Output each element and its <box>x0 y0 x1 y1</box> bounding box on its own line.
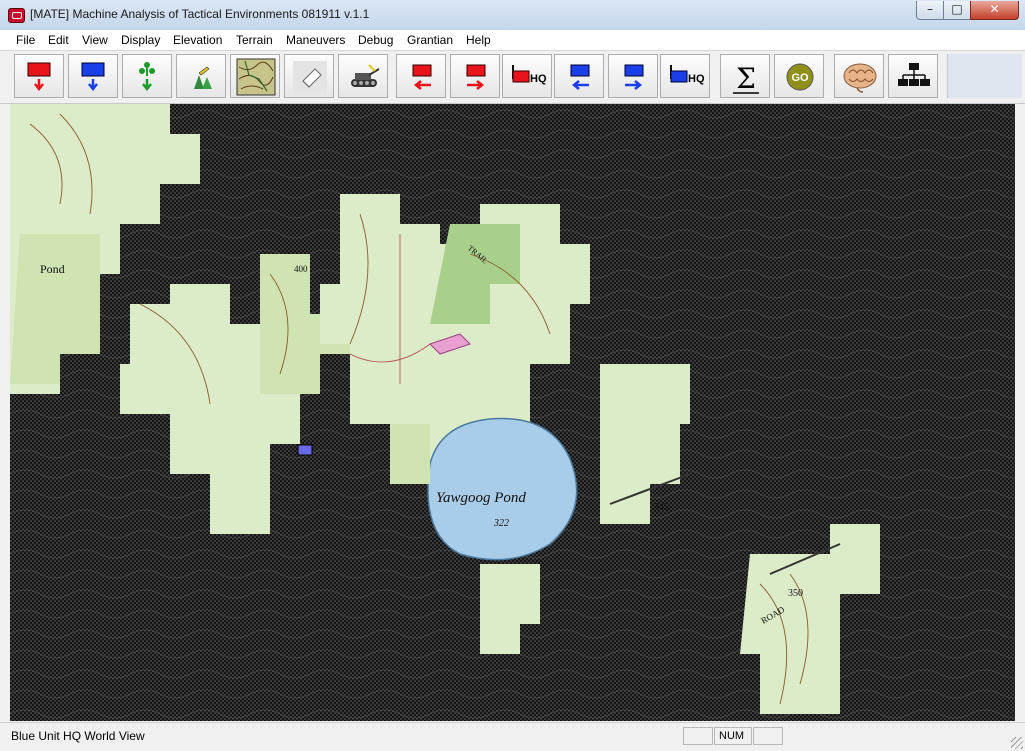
menu-maneuvers[interactable]: Maneuvers <box>286 33 345 47</box>
red-unit-down-arrow-icon <box>27 62 51 92</box>
close-button[interactable]: ✕ <box>970 1 1019 20</box>
window-title: [MATE] Machine Analysis of Tactical Envi… <box>30 7 370 21</box>
go-button[interactable]: GO <box>774 54 824 98</box>
menu-terrain[interactable]: Terrain <box>236 33 273 47</box>
blue-unit-left-button[interactable] <box>554 54 604 98</box>
org-chart-icon <box>898 63 930 86</box>
map-label-elev-345: 345 <box>654 502 669 513</box>
map-label-elev-322: 322 <box>494 518 509 529</box>
map-label-pond: Pond <box>40 262 65 276</box>
go-label: GO <box>791 72 809 84</box>
menu-bar: File Edit View Display Elevation Terrain… <box>0 30 1025 51</box>
red-hq-button[interactable]: HQ <box>502 54 552 98</box>
sum-button[interactable]: Σ <box>720 54 770 98</box>
red-unit-down-button[interactable] <box>14 54 64 98</box>
blue-unit-left-arrow-icon <box>570 64 590 90</box>
maximize-button[interactable]: □ <box>943 1 971 20</box>
blue-unit-down-arrow-icon <box>81 62 105 92</box>
hierarchy-button[interactable] <box>888 54 938 98</box>
minimize-button[interactable]: – <box>916 1 944 20</box>
sigma-label: Σ <box>736 62 756 95</box>
terrain-map-canvas <box>10 104 1015 721</box>
red-unit-right-button[interactable] <box>450 54 500 98</box>
resize-grip[interactable] <box>1011 737 1023 749</box>
status-panel-3 <box>753 727 783 745</box>
tank-button[interactable] <box>338 54 388 98</box>
blue-unit-marker[interactable] <box>297 444 313 456</box>
menu-view[interactable]: View <box>82 33 108 47</box>
map-label-elev-400: 400 <box>294 264 308 274</box>
menu-debug[interactable]: Debug <box>358 33 393 47</box>
map-label-elev-350: 350 <box>788 588 803 599</box>
menu-help[interactable]: Help <box>466 33 491 47</box>
map-label-yawgoog-pond: Yawgoog Pond <box>436 490 526 506</box>
app-icon[interactable] <box>8 8 25 23</box>
menu-edit[interactable]: Edit <box>48 33 69 47</box>
trees-terrain-button[interactable] <box>176 54 226 98</box>
brain-button[interactable] <box>834 54 884 98</box>
red-hq-label: HQ <box>530 73 547 85</box>
red-unit-left-button[interactable] <box>396 54 446 98</box>
status-panel-num: NUM <box>714 727 752 745</box>
app-window: [MATE] Machine Analysis of Tactical Envi… <box>0 0 1025 751</box>
menu-elevation[interactable]: Elevation <box>173 33 222 47</box>
menu-grantian[interactable]: Grantian <box>407 33 453 47</box>
red-unit-right-arrow-icon <box>466 64 486 90</box>
menu-file[interactable]: File <box>16 33 35 47</box>
trees-terrain-icon <box>194 66 212 89</box>
blue-unit-down-button[interactable] <box>68 54 118 98</box>
sigma-icon: Σ <box>733 62 759 95</box>
blue-hq-icon: HQ <box>670 65 705 85</box>
map-thumbnail-icon <box>236 58 276 96</box>
map-thumbnail-button[interactable] <box>230 54 280 98</box>
toolbar-empty-area <box>947 54 1022 98</box>
blue-unit-right-button[interactable] <box>608 54 658 98</box>
status-panel-1 <box>683 727 713 745</box>
brain-icon <box>843 63 877 93</box>
eraser-icon <box>293 61 327 93</box>
menu-display[interactable]: Display <box>121 33 160 47</box>
go-icon: GO <box>786 63 814 91</box>
blue-hq-button[interactable]: HQ <box>660 54 710 98</box>
red-hq-icon: HQ <box>512 65 547 85</box>
status-bar: Blue Unit HQ World View NUM <box>0 722 1025 751</box>
status-text: Blue Unit HQ World View <box>11 729 145 743</box>
eraser-button[interactable] <box>284 54 334 98</box>
red-unit-left-arrow-icon <box>412 64 432 90</box>
blue-unit-right-arrow-icon <box>624 64 644 90</box>
tactical-map-view[interactable]: Pond Yawgoog Pond 322 400 345 350 ROAD T… <box>10 104 1015 721</box>
title-bar[interactable]: [MATE] Machine Analysis of Tactical Envi… <box>0 0 1025 31</box>
tank-icon <box>351 64 380 87</box>
blue-hq-label: HQ <box>688 73 705 85</box>
toolbar: HQ HQ Σ GO <box>0 51 1025 104</box>
green-symbol-down-arrow-icon <box>139 62 155 92</box>
green-symbol-down-button[interactable] <box>122 54 172 98</box>
